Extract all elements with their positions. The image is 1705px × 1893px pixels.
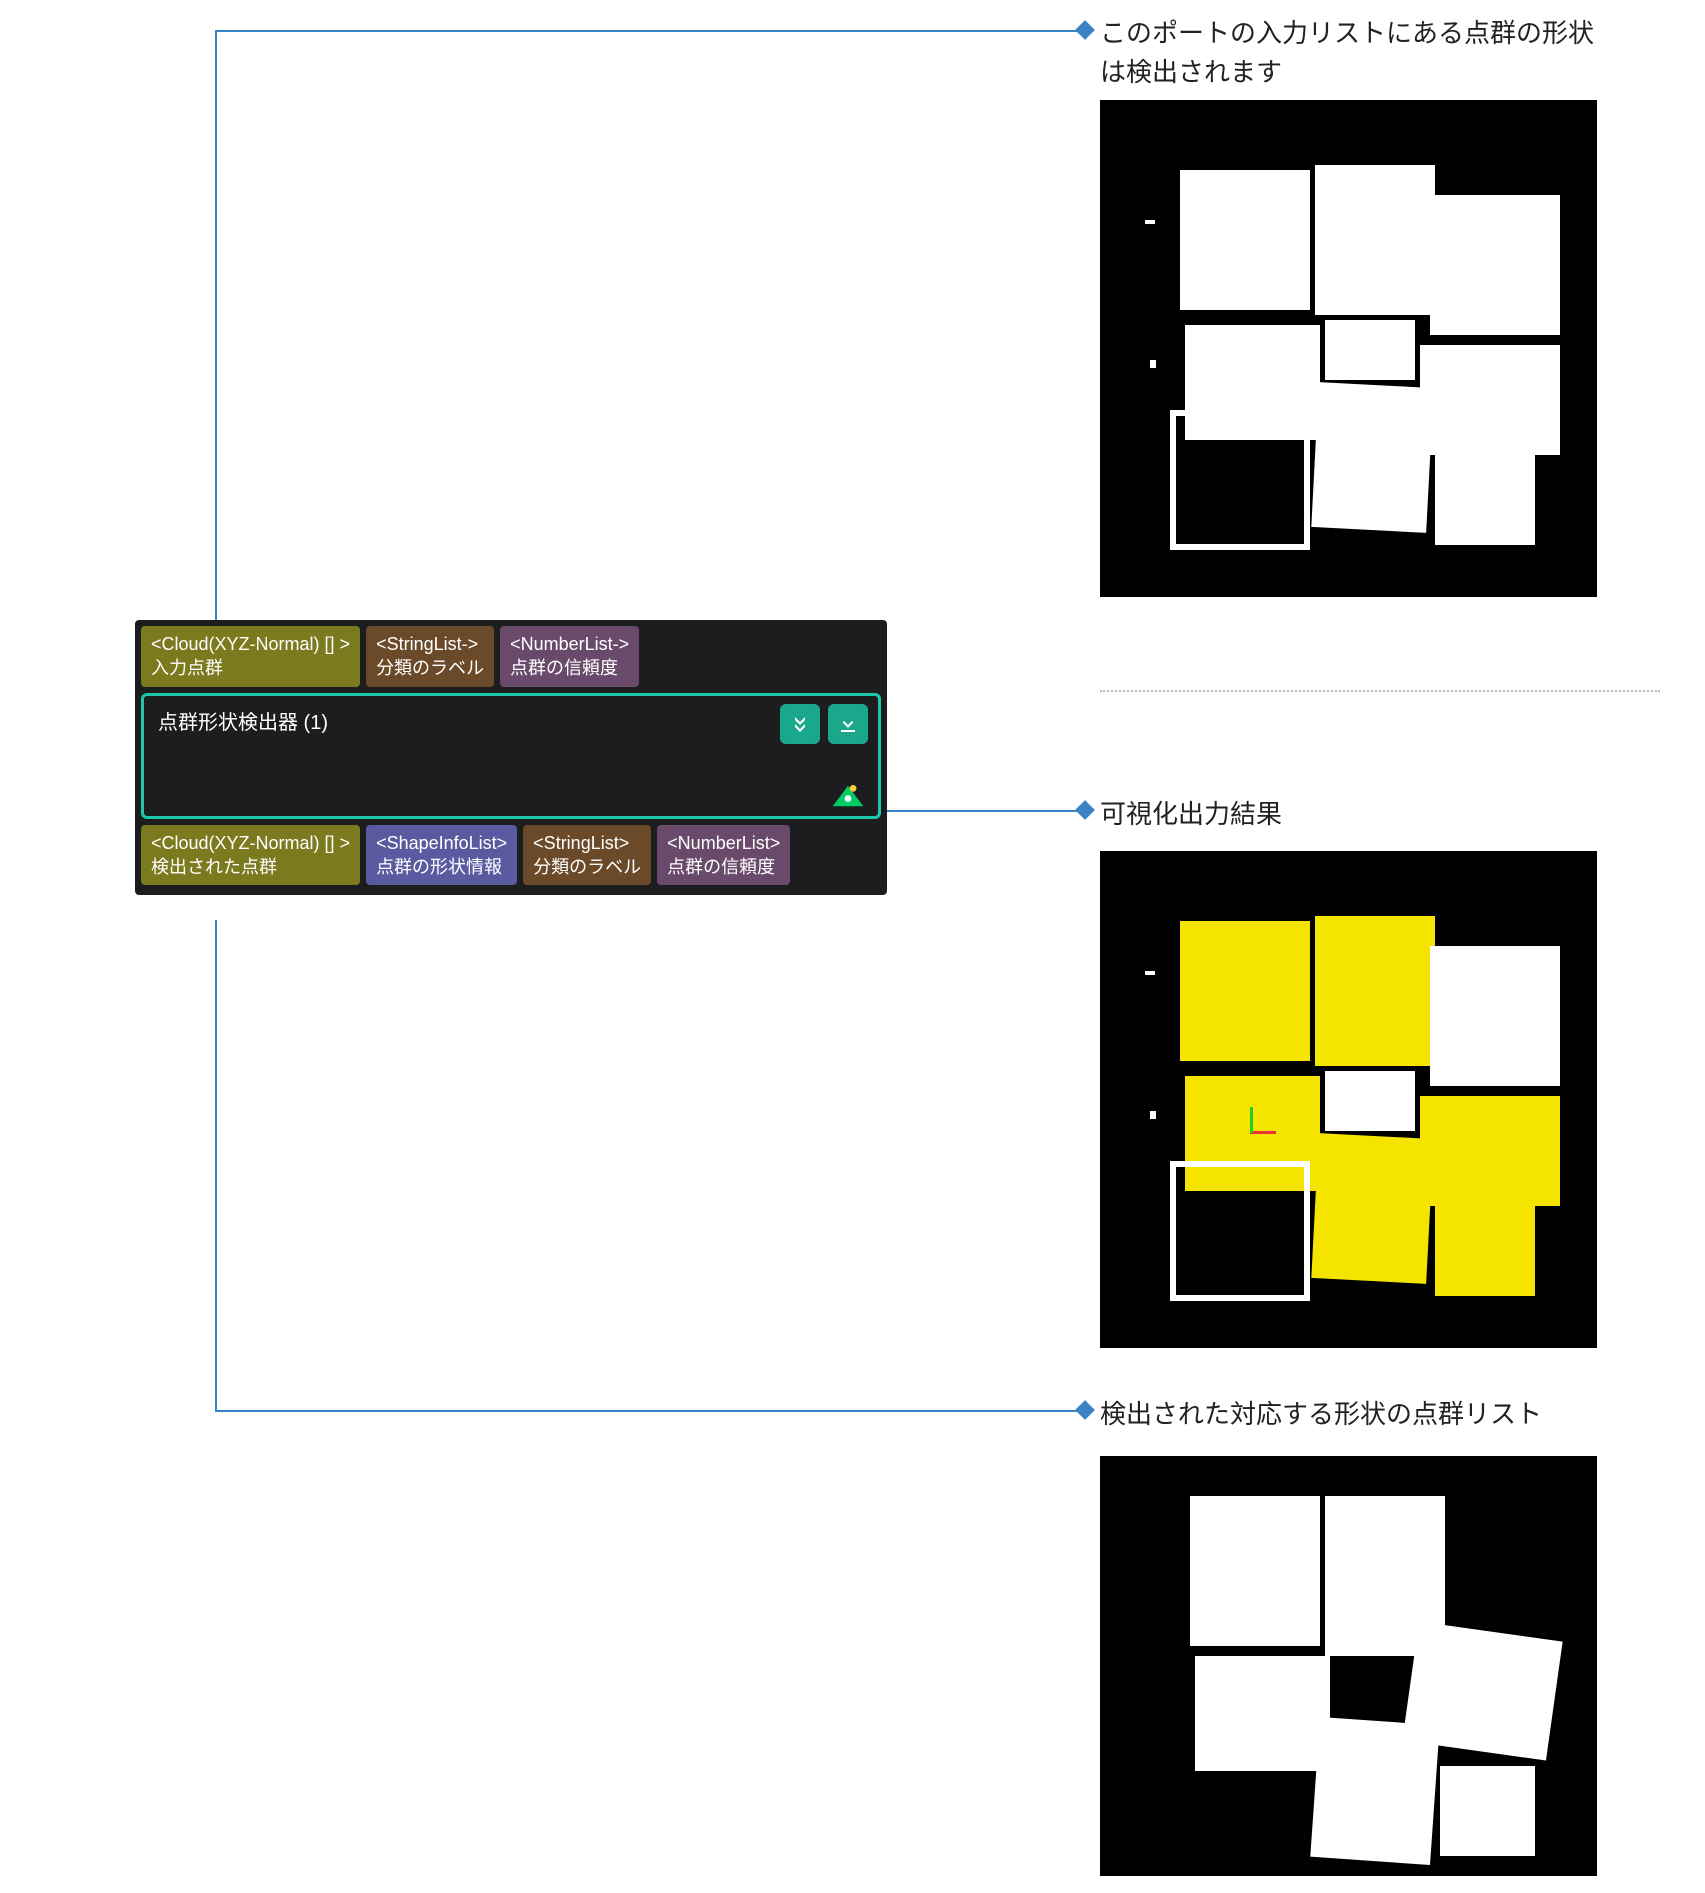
connector-end-top bbox=[1075, 20, 1095, 40]
port-label: 点群の信頼度 bbox=[667, 855, 780, 879]
connector-v-bot bbox=[215, 920, 217, 1410]
connector-h-mid bbox=[882, 810, 1087, 812]
node-pointcloud-shape-detector[interactable]: <Cloud(XYZ-Normal) [] > 入力点群 <StringList… bbox=[135, 620, 887, 895]
port-out-shapeinfo[interactable]: <ShapeInfoList> 点群の形状情報 bbox=[366, 825, 517, 886]
download-button[interactable] bbox=[828, 704, 868, 744]
port-out-labels[interactable]: <StringList> 分類のラベル bbox=[523, 825, 651, 886]
eye-icon bbox=[831, 783, 865, 809]
port-in-labels[interactable]: <StringList-> 分類のラベル bbox=[366, 626, 494, 687]
port-label: 分類のラベル bbox=[376, 656, 484, 680]
connector-h-bot bbox=[215, 1410, 1085, 1412]
port-out-confidence[interactable]: <NumberList> 点群の信頼度 bbox=[657, 825, 790, 886]
expand-button[interactable] bbox=[780, 704, 820, 744]
download-icon bbox=[836, 712, 860, 736]
port-type: <StringList-> bbox=[376, 632, 484, 656]
chevrons-down-icon bbox=[788, 712, 812, 736]
port-label: 検出された点群 bbox=[151, 855, 350, 879]
port-type: <NumberList-> bbox=[510, 632, 629, 656]
port-type: <NumberList> bbox=[667, 831, 780, 855]
port-out-cloud[interactable]: <Cloud(XYZ-Normal) [] > 検出された点群 bbox=[141, 825, 360, 886]
node-output-ports: <Cloud(XYZ-Normal) [] > 検出された点群 <ShapeIn… bbox=[141, 825, 881, 886]
visualize-button[interactable] bbox=[828, 782, 868, 810]
port-in-cloud[interactable]: <Cloud(XYZ-Normal) [] > 入力点群 bbox=[141, 626, 360, 687]
preview-detected-list bbox=[1100, 1456, 1597, 1876]
connector-h-top bbox=[215, 30, 1085, 32]
callout-vis-output: 可視化出力結果 bbox=[1100, 795, 1282, 834]
port-label: 点群の形状情報 bbox=[376, 855, 507, 879]
port-label: 入力点群 bbox=[151, 656, 350, 680]
port-type: <Cloud(XYZ-Normal) [] > bbox=[151, 831, 350, 855]
connector-v-top bbox=[215, 30, 217, 620]
port-type: <ShapeInfoList> bbox=[376, 831, 507, 855]
port-in-confidence[interactable]: <NumberList-> 点群の信頼度 bbox=[500, 626, 639, 687]
connector-end-bot bbox=[1075, 1400, 1095, 1420]
preview-vis-output bbox=[1100, 851, 1597, 1348]
section-divider bbox=[1100, 690, 1660, 692]
node-body[interactable]: 点群形状検出器 (1) bbox=[141, 693, 881, 819]
node-input-ports: <Cloud(XYZ-Normal) [] > 入力点群 <StringList… bbox=[141, 626, 881, 687]
connector-end-mid bbox=[1075, 800, 1095, 820]
port-type: <Cloud(XYZ-Normal) [] > bbox=[151, 632, 350, 656]
node-title: 点群形状検出器 (1) bbox=[158, 706, 864, 735]
port-type: <StringList> bbox=[533, 831, 641, 855]
preview-input-cloud bbox=[1100, 100, 1597, 597]
port-label: 分類のラベル bbox=[533, 855, 641, 879]
callout-input-port: このポートの入力リストにある点群の形状は検出されます bbox=[1100, 14, 1610, 92]
port-label: 点群の信頼度 bbox=[510, 656, 629, 680]
callout-detected-list: 検出された対応する形状の点群リスト bbox=[1100, 1395, 1542, 1434]
